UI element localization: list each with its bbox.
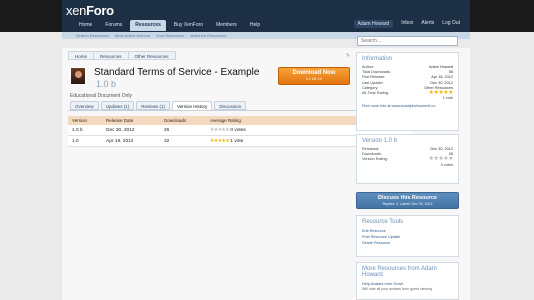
header-average-rating: Average Rating	[210, 118, 241, 123]
breadcrumb: Home Resources Other Resources	[68, 51, 176, 60]
breadcrumb-resources[interactable]: Resources	[93, 51, 129, 60]
version-votes: 0 votes	[440, 162, 453, 167]
download-file-info: 6.1 KB .txt	[305, 77, 323, 81]
tab-discussion[interactable]: Discussion	[214, 101, 247, 110]
row-downloads: 26	[164, 128, 170, 133]
site-logo[interactable]: xenForo	[66, 3, 114, 18]
nav-resources[interactable]: Resources	[130, 20, 166, 31]
nav-forums[interactable]: Forums	[100, 20, 127, 31]
logout-link[interactable]: Log Out	[442, 20, 460, 28]
main-nav: Home Forums Resources Buy XenForo Member…	[74, 20, 265, 31]
more-info-link[interactable]: Find more info at www.socialpixelsummit.…	[357, 103, 458, 109]
subnav-your-resources[interactable]: Your Resources	[156, 33, 184, 38]
account-menu[interactable]: Adam Howard	[353, 20, 394, 28]
resource-tools-title: Resource Tools	[362, 219, 404, 225]
subnav-watched-resources[interactable]: Watched Resources	[190, 33, 226, 38]
more-resources-panel: More Resources from Adam Howard Help Ava…	[356, 262, 459, 300]
tab-reviews[interactable]: Reviews (1)	[136, 101, 171, 110]
more-resources-title-line1: More Resources from Adam	[362, 266, 437, 272]
nav-buy-xenforo[interactable]: Buy XenForo	[169, 20, 208, 31]
nav-help[interactable]: Help	[245, 20, 265, 31]
more-resource-item-desc: Will hide all your avatars from guest vi…	[362, 287, 432, 291]
discuss-meta: Replies: 0, Latest: Dec 30, 2012	[382, 202, 433, 206]
discuss-label: Discuss this Resource	[378, 195, 437, 201]
information-title: Information	[362, 56, 393, 62]
inbox-link[interactable]: Inbox	[401, 20, 413, 28]
info-rating-votes: 1 vote	[442, 96, 453, 101]
resource-tools-panel: Resource Tools Edit Resource Post Resour…	[356, 215, 459, 257]
header-release-date: Release Date	[106, 118, 134, 123]
search-input[interactable]	[357, 36, 458, 46]
row-release-date: Apr 18, 2012	[106, 139, 134, 144]
resource-tagline: Educational Document Only	[70, 93, 132, 99]
resource-title: Standard Terms of Service - Example	[94, 67, 260, 78]
information-panel: Information Author: Adam Howard Total Dow…	[356, 52, 459, 131]
tab-overview[interactable]: Overview	[70, 101, 99, 110]
version-info-title: Version 1.0 b	[362, 138, 398, 144]
row-release-date: Dec 30, 2012	[106, 128, 135, 133]
breadcrumb-home[interactable]: Home	[68, 51, 95, 60]
breadcrumb-other-resources[interactable]: Other Resources	[127, 51, 176, 60]
more-resources-title-line2: Howard	[362, 272, 383, 278]
row-rating: ★★★★★ 1 vote	[210, 136, 243, 147]
header-inner: xenForo Home Forums Resources Buy XenFor…	[62, 0, 470, 32]
alerts-link[interactable]: Alerts	[421, 20, 434, 28]
discuss-resource-button[interactable]: Discuss this Resource Replies: 0, Latest…	[356, 192, 459, 209]
download-label: Download Now	[292, 70, 336, 76]
header-version: Version	[72, 118, 88, 123]
subnav-most-active-authors[interactable]: Most Active Authors	[115, 33, 150, 38]
resource-version: 1.0 b	[96, 79, 117, 89]
subnav-search-resources[interactable]: Search Resources	[76, 33, 109, 38]
delete-resource-link[interactable]: Delete Resource	[357, 240, 458, 246]
header-downloads: Downloads	[164, 118, 187, 123]
row-version: 1.0	[72, 139, 79, 144]
row-rating: ★★★★★ 0 votes	[210, 125, 246, 136]
user-nav: Adam Howard Inbox Alerts Log Out	[353, 20, 460, 28]
tab-updates[interactable]: Updates (1)	[100, 101, 135, 110]
download-now-button[interactable]: Download Now 6.1 KB .txt	[278, 67, 350, 85]
rating-stars: ★★★★★	[210, 139, 230, 144]
version-info-panel: Version 1.0 b Released: Dec 30, 2012 Down…	[356, 134, 459, 184]
resource-tabs: Overview Updates (1) Reviews (1) Version…	[70, 101, 247, 110]
rating-stars: ★★★★★	[210, 128, 230, 133]
breadcrumb-jump-icon[interactable]: ✎	[346, 53, 350, 59]
row-votes: 0 votes	[230, 128, 246, 133]
nav-members[interactable]: Members	[211, 20, 242, 31]
row-version: 1.0 b	[72, 128, 83, 133]
row-downloads: 32	[164, 139, 170, 144]
nav-home[interactable]: Home	[74, 20, 97, 31]
header-bar: xenForo Home Forums Resources Buy XenFor…	[0, 0, 534, 32]
row-votes: 1 vote	[230, 139, 244, 144]
tab-version-history[interactable]: Version History	[172, 101, 213, 110]
author-avatar[interactable]	[70, 67, 86, 85]
